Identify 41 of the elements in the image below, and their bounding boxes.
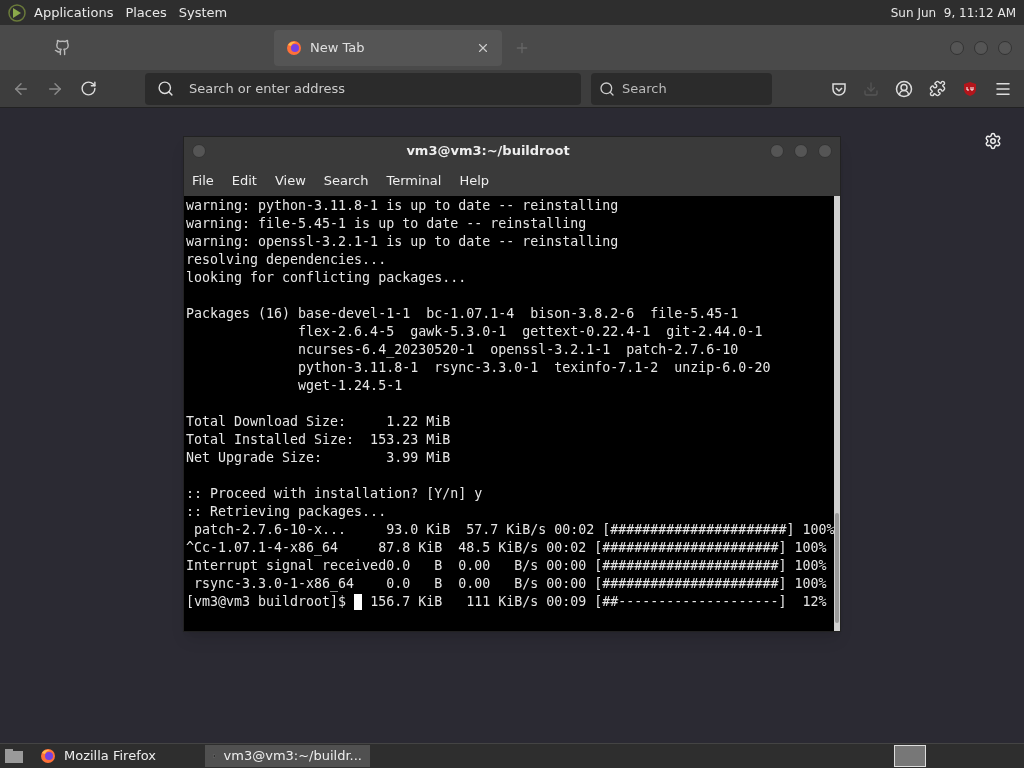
panel-menu[interactable]: System — [178, 2, 228, 23]
window-control-button[interactable] — [974, 40, 988, 55]
menu-item[interactable]: Help — [459, 170, 490, 191]
window-control-button[interactable] — [794, 144, 808, 158]
panel-menu[interactable]: Places — [125, 2, 167, 23]
taskbar-item[interactable]: vm3@vm3:~/buildr... — [205, 745, 370, 767]
firefox-icon — [40, 748, 56, 764]
cursor — [354, 594, 363, 610]
firefox-icon — [286, 39, 302, 56]
menu-item[interactable]: Edit — [231, 170, 257, 191]
menu-item[interactable]: View — [274, 170, 306, 191]
logo-icon — [8, 3, 26, 22]
window-control-button[interactable] — [192, 144, 206, 158]
menu-item[interactable]: Terminal — [386, 170, 442, 191]
tab-title: New Tab — [310, 38, 365, 57]
clock: Sun Jun 9, 11:12 AM — [890, 4, 1016, 22]
account-icon[interactable] — [895, 79, 913, 98]
reload-icon[interactable] — [80, 80, 97, 97]
scrollbar[interactable] — [834, 196, 840, 631]
terminal-output: warning: python-3.11.8-1 is up to date -- reinstalling warning: file-5.45-1 is up to date -- reinstalling warning: openssl-3.2.1-1 is up to date -- reinstalling resolving dependencies... looking for conflicting packages... Packages (16) base-devel-1-1 bc-1.07.1-4 bison-3.8.2-6 file-5.45-1 flex-2.6.4-5 gawk-5.3.0-1 gettext-0.22.4-1 git-2.44.0-1 ncurses-6.4_20230520-1 openssl-3.2.1-1 patch-2.7.6-10 python-3.11.8-1 rsync-3.3.0-1 texinfo-7.1-2 unzip-6.0-20 wget-1.24.5-1 Total Download Size: 1.22 MiB Total Installed Size: 153.23 MiB Net Upgrade Size: 3.99 MiB :: Proceed with installation? [Y/n] y :: Retrieving packages... patch-2.7.6-10-x... 93.0 KiB 57.7 KiB/s 00:02 [######################] 100% ^Cc-1.07.1-4-x86_64 87.8 KiB 48.5 KiB/s 00:02 [######################] 100% Interrupt signal received0.0 B 0.00 B/s 00:00 [######################] 100% rsync-3.3.0-1-x86_64 0.0 B 0.00 B/s 00:00 [######################] 100% [vm3@vm3 buildroot]$ 156.7 KiB 111 KiB/s 00:09 [##--------------------] 12% — [185, 197, 835, 612]
window-control-button[interactable] — [998, 40, 1012, 55]
settings-icon[interactable] — [984, 132, 1002, 150]
pocket-icon[interactable] — [831, 80, 847, 97]
search-icon — [599, 80, 615, 97]
menu-item[interactable]: File — [192, 170, 214, 191]
window-title: vm3@vm3:~/buildroot — [405, 142, 571, 161]
menu-item[interactable]: Search — [323, 170, 369, 191]
taskbar-item[interactable]: Mozilla Firefox — [32, 745, 197, 767]
address-field[interactable]: Search or enter address — [145, 72, 581, 105]
github-icon — [54, 39, 71, 56]
window-control-button[interactable] — [950, 40, 964, 55]
window-control-button[interactable] — [818, 144, 832, 158]
shield-icon[interactable] — [962, 80, 978, 97]
window-control-button[interactable] — [770, 144, 784, 158]
search-field[interactable]: Search — [591, 72, 772, 105]
desktop-icon[interactable] — [4, 748, 24, 764]
search-icon — [157, 79, 174, 97]
panel-menu[interactable]: Applications — [34, 2, 114, 23]
puzzle-icon[interactable] — [929, 80, 946, 97]
browser-tab[interactable]: New Tab — [274, 29, 502, 66]
workspace-switcher[interactable] — [894, 745, 926, 767]
